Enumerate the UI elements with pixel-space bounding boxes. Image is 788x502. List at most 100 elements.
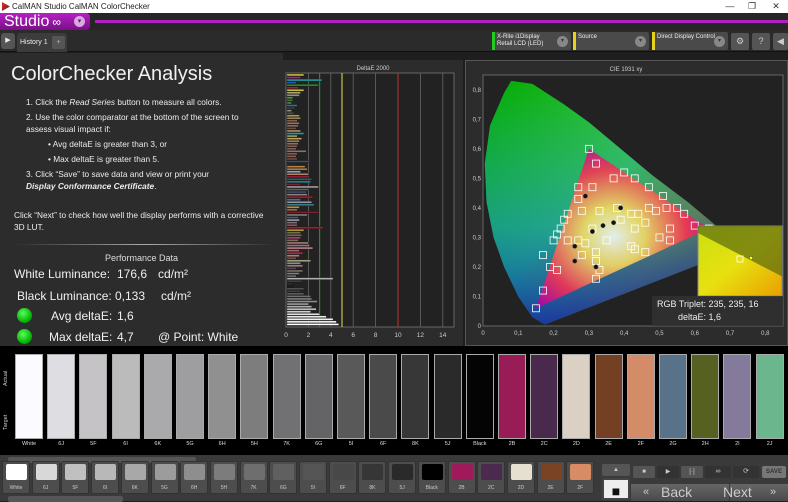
patch-thumbnail[interactable]: 2C — [477, 461, 506, 494]
deltae-bar — [286, 152, 298, 156]
color-patch[interactable] — [626, 354, 655, 439]
color-patch[interactable] — [594, 354, 623, 439]
black-luminance-label: Black Luminance: — [17, 289, 112, 303]
stop-read-button[interactable]: ■ — [602, 478, 630, 500]
color-patch[interactable] — [143, 354, 172, 439]
deltae-bar — [286, 180, 311, 184]
source-select[interactable]: Source ▾ — [573, 32, 649, 50]
chevron-down-icon: ▾ — [714, 36, 725, 47]
white-luminance-label: White Luminance: — [14, 267, 111, 281]
read-continuous-button[interactable]: [·] — [681, 466, 703, 478]
patch-thumbnail[interactable]: 6J — [31, 461, 60, 494]
patch-thumbnail[interactable]: 6I — [91, 461, 120, 494]
bottom-scrollbar[interactable] — [8, 496, 123, 502]
target-label: Target — [3, 414, 9, 430]
patch-thumbnail[interactable]: 5G — [150, 461, 179, 494]
color-patch[interactable] — [369, 354, 398, 439]
color-patch[interactable] — [562, 354, 591, 439]
refresh-button[interactable]: ⟳ — [733, 466, 759, 478]
deltae-bar — [286, 244, 310, 247]
patch-thumbnail[interactable]: 5I — [299, 461, 327, 494]
patch-thumbnail[interactable]: 2D — [506, 461, 535, 494]
thumbnail-label: 8K — [369, 485, 376, 491]
patch-thumbnail[interactable]: 5H — [209, 461, 238, 494]
back-button[interactable]: « Back — [631, 484, 729, 501]
color-patch[interactable] — [304, 354, 333, 439]
white-luminance-value: 176,6 — [117, 267, 148, 281]
deltae-bar — [286, 254, 300, 257]
close-button[interactable]: ✕ — [766, 0, 786, 13]
color-patch[interactable] — [530, 354, 559, 439]
deltae-bar — [286, 129, 301, 133]
patch-thumbnail[interactable]: 7K — [239, 461, 268, 494]
color-patch[interactable] — [240, 354, 269, 439]
color-patch[interactable] — [79, 354, 108, 439]
color-patch[interactable] — [755, 354, 784, 439]
read-series-button[interactable]: ▶ — [657, 466, 679, 478]
color-patch[interactable] — [272, 354, 301, 439]
display-control-select[interactable]: Direct Display Control ▾ — [652, 32, 728, 50]
patch-thumbnail[interactable]: 6H — [180, 461, 209, 494]
stop-button[interactable]: ■ — [633, 466, 655, 478]
thumbnail-label: 6J — [43, 485, 49, 491]
color-patch[interactable] — [208, 354, 237, 439]
patch-thumbnail[interactable]: 6G — [269, 461, 298, 494]
color-patch[interactable] — [15, 354, 43, 439]
add-tab-button[interactable]: + — [52, 36, 65, 49]
meter-select[interactable]: X-Rite i1Display Retail LCD (LED) ▾ — [492, 32, 571, 50]
patch-thumbnail[interactable]: 5J — [388, 461, 417, 494]
loop-button[interactable]: ∞ — [705, 466, 731, 478]
thumbnail-swatch — [95, 464, 117, 480]
thumbnail-swatch — [362, 464, 384, 480]
deltae-bar — [286, 127, 297, 130]
patch-thumbnail[interactable]: 8K — [358, 461, 387, 494]
measured-point — [572, 243, 578, 249]
next-button[interactable]: Next » — [723, 484, 788, 501]
color-patch[interactable] — [176, 354, 204, 439]
patch-thumbnail[interactable]: White — [2, 461, 30, 494]
color-patch[interactable] — [498, 354, 526, 439]
patch-label: 5I — [348, 441, 354, 447]
color-patch[interactable] — [691, 354, 720, 439]
deltae-bar — [286, 300, 318, 303]
color-patch[interactable] — [337, 354, 365, 439]
color-patch[interactable] — [723, 354, 752, 439]
infinity-icon: ∞ — [52, 15, 61, 29]
color-patch[interactable] — [465, 354, 494, 439]
maximize-button[interactable]: ❐ — [742, 0, 762, 13]
deltae-bar — [286, 218, 300, 222]
tab-history-1[interactable]: History 1 + — [17, 33, 67, 52]
collapse-up-button[interactable]: ▲ — [602, 464, 630, 476]
studio-menu[interactable]: Studio ∞ ▾ — [0, 13, 90, 30]
patch-thumbnail[interactable]: 2B — [447, 461, 476, 494]
minimize-button[interactable]: — — [720, 0, 740, 13]
patch-thumbnail[interactable]: 2F — [566, 461, 595, 494]
deltae-bar — [286, 290, 301, 293]
x-tick-label: 0,8 — [761, 331, 770, 337]
collapse-icon[interactable]: ◀ — [773, 33, 788, 50]
color-patch[interactable] — [401, 354, 430, 439]
chart-title: DeltaE 2000 — [356, 66, 390, 72]
help-icon[interactable]: ? — [752, 33, 770, 50]
patch-thumbnail[interactable]: 6K — [120, 461, 149, 494]
color-patch[interactable] — [433, 354, 462, 439]
color-patch[interactable] — [659, 354, 687, 439]
color-patch[interactable] — [111, 354, 140, 439]
patch-thumbnail[interactable]: Black — [417, 461, 446, 494]
chevron-down-icon[interactable]: ▾ — [74, 16, 85, 27]
gear-icon[interactable]: ⚙ — [731, 33, 749, 50]
avg-status-led — [17, 308, 32, 323]
patch-thumbnail[interactable]: 2E — [536, 461, 565, 494]
patch-label: 2C — [540, 441, 548, 447]
thumbnail-label: 5G — [161, 485, 168, 491]
patch-label: 5H — [250, 441, 258, 447]
save-button[interactable]: SAVE — [762, 466, 786, 478]
patch-label: 2B — [508, 441, 516, 447]
color-patch[interactable] — [47, 354, 76, 439]
patch-thumbnail[interactable]: 6F — [328, 461, 357, 494]
patch-thumbnail[interactable]: 5F — [61, 461, 90, 494]
deltae-bar — [286, 292, 305, 296]
rgb-triplet-readout: RGB Triplet: 235, 235, 16 — [657, 299, 759, 309]
deltae-bar — [286, 213, 308, 217]
play-icon[interactable]: ▶ — [1, 33, 15, 49]
